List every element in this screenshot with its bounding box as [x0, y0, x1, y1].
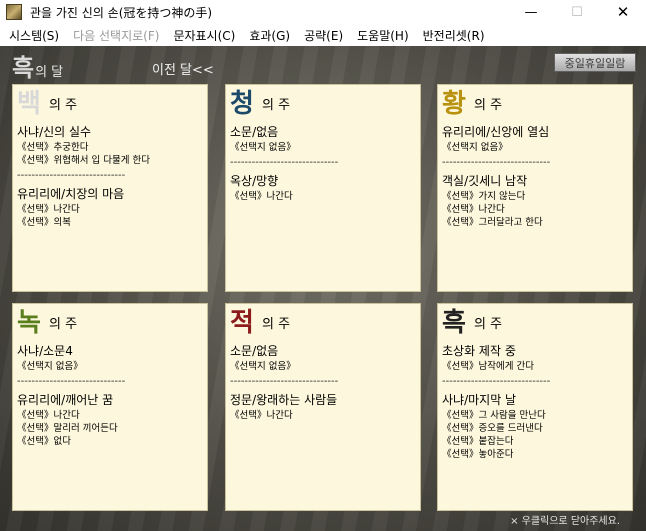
- choice-line: 《선택》증오를 드러낸다: [442, 423, 543, 434]
- event-block: 소문/없음 《선택지 없음》: [226, 342, 420, 373]
- prev-month-link[interactable]: 이전 달<<: [152, 59, 214, 78]
- event-block: 사냐/소문4 《선택지 없음》: [13, 342, 207, 373]
- choice-line: 《선택지 없음》: [442, 142, 508, 153]
- choice-line: 《선택》말리러 끼어든다: [17, 423, 118, 434]
- close-button[interactable]: ✕: [600, 0, 646, 24]
- month-suffix: 의 달: [35, 65, 64, 80]
- event-title: 정문/왕래하는 사람들: [230, 393, 338, 407]
- choice-line: 《선택지 없음》: [230, 361, 296, 372]
- close-hint: × 우클릭으로 닫아주세요.: [510, 516, 620, 527]
- divider: ------------------------------: [17, 170, 126, 181]
- choice-line: 《선택》나간다: [230, 191, 293, 202]
- choice-line: 《선택》나간다: [230, 410, 293, 421]
- app-icon: [6, 4, 22, 20]
- week-suffix: 의 주: [262, 98, 291, 113]
- divider: ------------------------------: [442, 376, 551, 387]
- event-title: 사냐/마지막 날: [442, 393, 517, 407]
- choice-line: 《선택》없다: [17, 436, 71, 447]
- week-suffix: 의 주: [49, 317, 78, 332]
- current-month: 흑의 달: [12, 48, 63, 83]
- event-block: 초상화 제작 중 《선택》남작에게 간다: [438, 342, 632, 373]
- event-block: 정문/왕래하는 사람들 《선택》나간다: [226, 391, 420, 422]
- choice-line: 《선택》남작에게 간다: [442, 361, 534, 372]
- maximize-button[interactable]: ☐: [554, 0, 600, 24]
- event-block: 객실/깃세니 남작 《선택》가지 않는다 《선택》나간다 《선택》그러달라고 한…: [438, 172, 632, 229]
- event-block: 유리리에/신앙에 열심 《선택지 없음》: [438, 123, 632, 154]
- panel-header: 황 의 주: [438, 85, 632, 119]
- week-suffix: 의 주: [49, 98, 78, 113]
- week-suffix: 의 주: [262, 317, 291, 332]
- choice-line: 《선택》그러달라고 한다: [442, 217, 543, 228]
- divider: ------------------------------: [442, 157, 551, 168]
- divider: ------------------------------: [17, 376, 126, 387]
- menu-text-display[interactable]: 문자표시(C): [166, 27, 242, 44]
- event-title: 초상화 제작 중: [442, 344, 516, 358]
- menu-system[interactable]: 시스템(S): [2, 27, 66, 44]
- event-title: 소문/없음: [230, 125, 279, 139]
- event-title: 옥상/망향: [230, 174, 279, 188]
- window-title: 관을 가진 신의 손(冠を持つ神の手): [30, 5, 213, 20]
- event-block: 유리리에/깨어난 꿈 《선택》나간다 《선택》말리러 끼어든다 《선택》없다: [13, 391, 207, 448]
- week-panel-gold: 황 의 주 유리리에/신앙에 열심 《선택지 없음》 -------------…: [437, 84, 633, 292]
- menu-next-choice: 다음 선택지로(F): [73, 28, 160, 43]
- menu-reverse-reset[interactable]: 반전리셋(R): [416, 27, 492, 44]
- choice-line: 《선택지 없음》: [17, 361, 83, 372]
- choice-line: 《선택》놓아준다: [442, 449, 514, 460]
- week-suffix: 의 주: [474, 317, 503, 332]
- choice-line: 《선택》가지 않는다: [442, 191, 526, 202]
- menu-walkthrough[interactable]: 공략(E): [297, 27, 350, 44]
- choice-line: 《선택》붙잡는다: [442, 436, 514, 447]
- menu-effects[interactable]: 효과(G): [242, 27, 297, 44]
- week-panel-white: 백 의 주 사냐/신의 실수 《선택》추궁한다 《선택》위협해서 입 다물게 한…: [12, 84, 208, 292]
- week-panel-blue: 청 의 주 소문/없음 《선택지 없음》 -------------------…: [225, 84, 421, 292]
- choice-line: 《선택지 없음》: [230, 142, 296, 153]
- menu-help[interactable]: 도움말(H): [350, 27, 416, 44]
- event-title: 객실/깃세니 남작: [442, 174, 528, 188]
- choice-line: 《선택》위협해서 입 다물게 한다: [17, 155, 150, 166]
- week-panel-red: 적 의 주 소문/없음 《선택지 없음》 -------------------…: [225, 303, 421, 511]
- week-suffix: 의 주: [474, 98, 503, 113]
- panel-header: 흑 의 주: [438, 304, 632, 338]
- panel-header: 적 의 주: [226, 304, 420, 338]
- event-block: 옥상/망향 《선택》나간다: [226, 172, 420, 203]
- month-name: 흑: [12, 53, 35, 82]
- event-title: 유리리에/깨어난 꿈: [17, 393, 114, 407]
- panel-header: 녹 의 주: [13, 304, 207, 338]
- event-title: 사냐/신의 실수: [17, 125, 92, 139]
- week-name: 청: [230, 89, 254, 119]
- divider: ------------------------------: [230, 157, 339, 168]
- week-name: 적: [230, 308, 254, 338]
- event-title: 사냐/소문4: [17, 344, 73, 358]
- event-title: 유리리에/치장의 마음: [17, 187, 125, 201]
- choice-line: 《선택》나간다: [17, 204, 80, 215]
- event-title: 소문/없음: [230, 344, 279, 358]
- event-block: 사냐/마지막 날 《선택》그 사람을 만난다 《선택》증오를 드러낸다 《선택》…: [438, 391, 632, 461]
- choice-line: 《선택》그 사람을 만난다: [442, 410, 546, 421]
- week-name: 백: [17, 89, 41, 119]
- choice-line: 《선택》추궁한다: [17, 142, 89, 153]
- panel-header: 청 의 주: [226, 85, 420, 119]
- menu-bar: 시스템(S) 다음 선택지로(F) 문자표시(C) 효과(G) 공략(E) 도움…: [0, 24, 646, 46]
- week-panel-green: 녹 의 주 사냐/소문4 《선택지 없음》 ------------------…: [12, 303, 208, 511]
- divider: ------------------------------: [230, 376, 339, 387]
- panel-header: 백 의 주: [13, 85, 207, 119]
- week-name: 황: [442, 89, 466, 119]
- event-block: 사냐/신의 실수 《선택》추궁한다 《선택》위협해서 입 다물게 한다: [13, 123, 207, 167]
- choice-line: 《선택》나간다: [17, 410, 80, 421]
- event-block: 소문/없음 《선택지 없음》: [226, 123, 420, 154]
- game-screen: 흑의 달 이전 달<< 중일휴일일람 백 의 주 사냐/신의 실수 《선택》추궁…: [0, 46, 646, 531]
- event-title: 유리리에/신앙에 열심: [442, 125, 550, 139]
- week-panel-black: 흑 의 주 초상화 제작 중 《선택》남작에게 간다 -------------…: [437, 303, 633, 511]
- choice-line: 《선택》나간다: [442, 204, 505, 215]
- week-name: 녹: [17, 308, 41, 338]
- week-name: 흑: [442, 308, 466, 338]
- choice-line: 《선택》의복: [17, 217, 71, 228]
- event-block: 유리리에/치장의 마음 《선택》나간다 《선택》의복: [13, 185, 207, 229]
- title-bar: 관을 가진 신의 손(冠を持つ神の手) — ☐ ✕: [0, 0, 646, 24]
- holiday-list-button[interactable]: 중일휴일일람: [554, 53, 636, 72]
- minimize-button[interactable]: —: [508, 0, 554, 24]
